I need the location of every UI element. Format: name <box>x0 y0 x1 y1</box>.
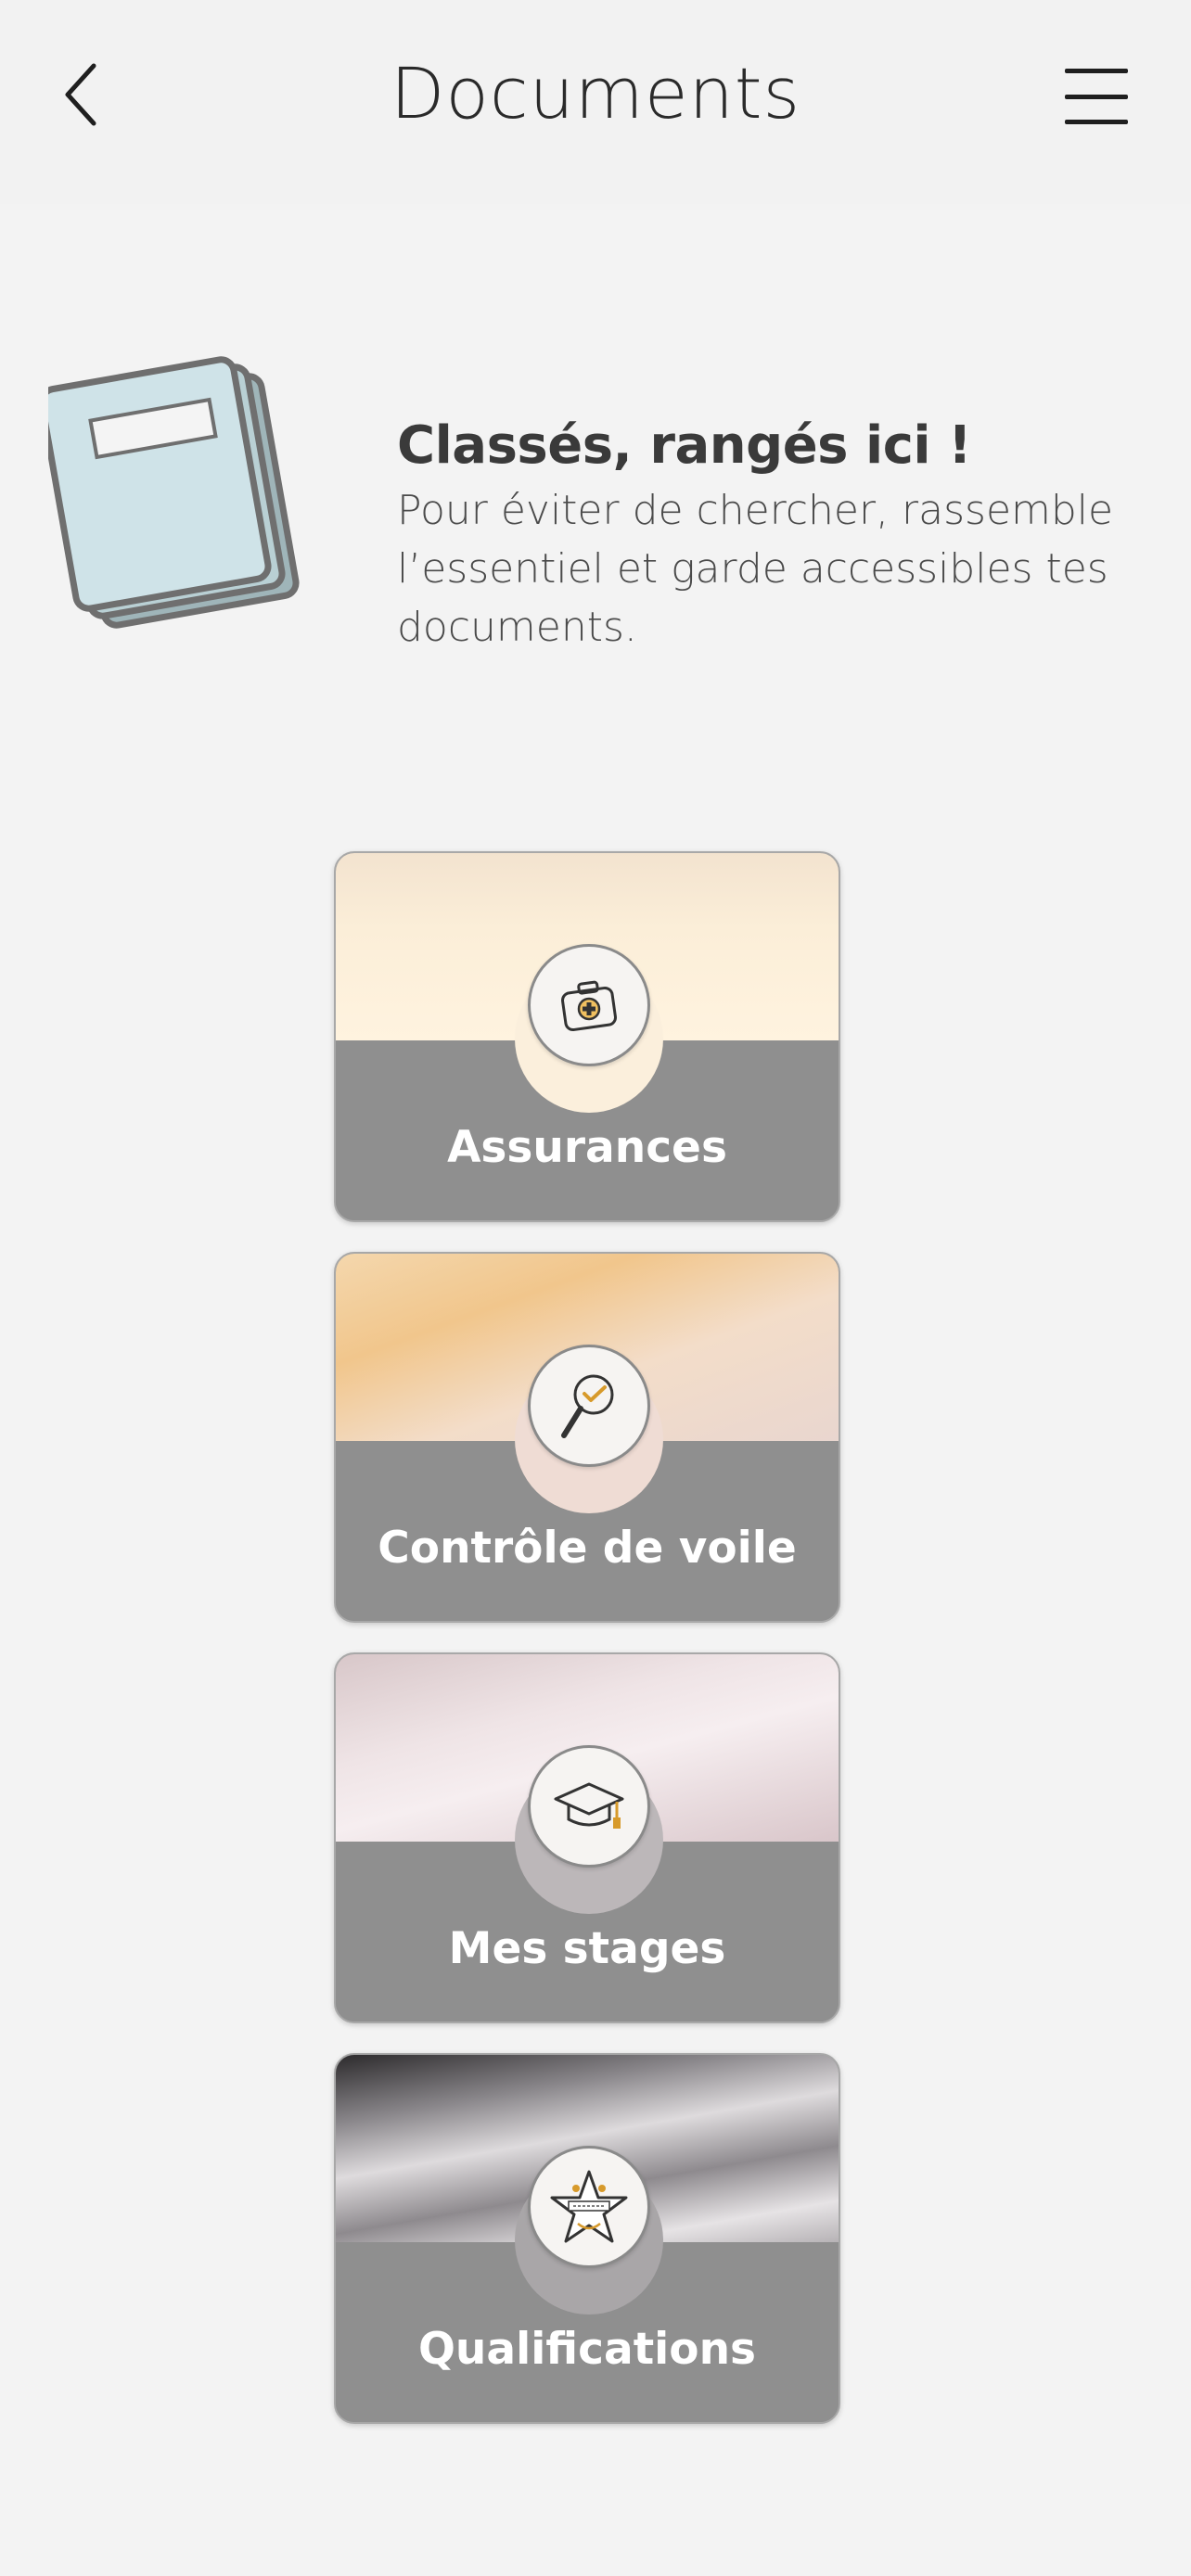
card-label: Assurances <box>447 1122 727 1173</box>
page-title: Documents <box>390 52 801 134</box>
card-icon-frame <box>528 2146 650 2268</box>
hamburger-line <box>1065 94 1128 99</box>
top-bar: Documents <box>0 0 1191 204</box>
star-badge-icon <box>550 2170 628 2243</box>
category-card-mes-stages[interactable]: Mes stages <box>334 1652 840 2023</box>
hamburger-line <box>1065 120 1128 124</box>
hamburger-menu-icon <box>1065 69 1128 73</box>
intro-heading: Classés, rangés ici ! <box>397 415 972 476</box>
card-label: Mes stages <box>448 1923 726 1974</box>
card-label: Contrôle de voile <box>378 1523 797 1574</box>
graduation-cap-icon <box>554 1782 624 1829</box>
card-icon-frame <box>528 1745 650 1868</box>
intro-description: Pour éviter de chercher, rassemble l’ess… <box>397 487 1114 651</box>
card-icon-frame <box>528 944 650 1066</box>
document-stack-icon <box>48 356 300 629</box>
intro-section: Classés, rangés ici ! Pour éviter de che… <box>397 415 1158 657</box>
documents-screen: Documents Classés, rangés ici ! Pour évi… <box>0 0 1191 2576</box>
card-label: Qualifications <box>417 2324 757 2375</box>
magnifier-check-icon <box>561 1374 614 1438</box>
medical-kit-icon <box>561 980 617 1032</box>
category-card-assurances[interactable]: Assurances <box>334 851 840 1222</box>
menu-button[interactable] <box>1059 61 1133 132</box>
category-card-qualifications[interactable]: Qualifications <box>334 2053 840 2424</box>
category-card-controle-de-voile[interactable]: Contrôle de voile <box>334 1252 840 1623</box>
card-icon-frame <box>528 1345 650 1467</box>
